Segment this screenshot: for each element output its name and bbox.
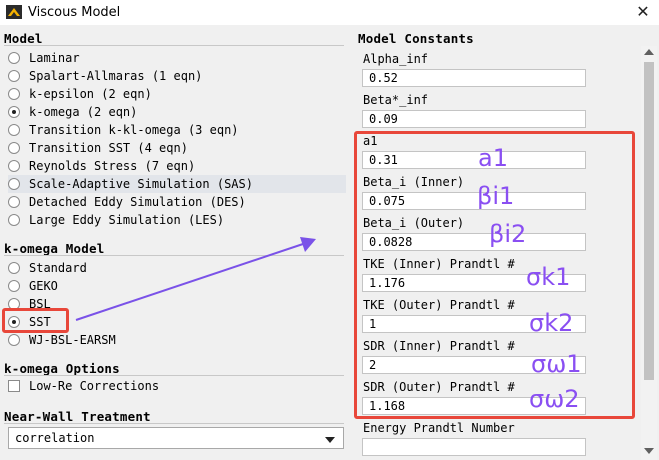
k-omega-option-standard[interactable]: Standard bbox=[8, 259, 87, 277]
model-option-transition-k-kl-omega[interactable]: Transition k-kl-omega (3 eqn) bbox=[8, 121, 239, 139]
k-omega-model-heading: k-omega Model bbox=[4, 241, 105, 256]
window-title: Viscous Model bbox=[28, 5, 121, 20]
constants-scrollbar[interactable] bbox=[641, 46, 657, 460]
constant-input-beta-star-inf[interactable]: 0.09 bbox=[362, 110, 586, 128]
model-option-laminar[interactable]: Laminar bbox=[8, 49, 80, 67]
chevron-down-icon[interactable] bbox=[325, 437, 335, 443]
constant-label-beta-star-inf: Beta*_inf bbox=[363, 93, 429, 107]
model-option-sas[interactable]: Scale-Adaptive Simulation (SAS) bbox=[8, 175, 346, 193]
symbol-sigma-omega2: σω2 bbox=[529, 385, 580, 413]
near-wall-treatment-heading: Near-Wall Treatment bbox=[4, 409, 151, 424]
model-option-les[interactable]: Large Eddy Simulation (LES) bbox=[8, 211, 224, 229]
symbol-beta-i1: βi1 bbox=[477, 182, 515, 210]
divider bbox=[4, 423, 344, 424]
model-option-transition-sst[interactable]: Transition SST (4 eqn) bbox=[8, 139, 188, 157]
title-bar: Viscous Model ✕ bbox=[0, 0, 659, 25]
near-wall-treatment-dropdown[interactable]: correlation bbox=[8, 427, 344, 449]
symbol-a1: a1 bbox=[478, 144, 508, 172]
model-option-reynolds-stress[interactable]: Reynolds Stress (7 eqn) bbox=[8, 157, 195, 175]
model-constants-heading: Model Constants bbox=[358, 31, 474, 46]
dropdown-value: correlation bbox=[15, 431, 95, 445]
radio-button-selected[interactable] bbox=[8, 106, 20, 118]
scroll-thumb[interactable] bbox=[644, 62, 654, 380]
scroll-down-arrow-icon[interactable] bbox=[644, 448, 654, 454]
divider bbox=[4, 375, 344, 376]
radio-button[interactable] bbox=[8, 214, 20, 226]
symbol-sigma-k1: σk1 bbox=[526, 263, 571, 291]
constant-label-energy-prandtl: Energy Prandtl Number bbox=[363, 421, 515, 435]
radio-button[interactable] bbox=[8, 334, 20, 346]
low-re-corrections-checkbox[interactable]: Low-Re Corrections bbox=[8, 379, 159, 393]
radio-button[interactable] bbox=[8, 70, 20, 82]
constant-input-energy-prandtl[interactable] bbox=[362, 438, 586, 456]
model-option-spalart-allmaras[interactable]: Spalart-Allmaras (1 eqn) bbox=[8, 67, 202, 85]
constant-input-alpha-inf[interactable]: 0.52 bbox=[362, 69, 586, 87]
scroll-up-arrow-icon[interactable] bbox=[644, 49, 654, 55]
symbol-sigma-omega1: σω1 bbox=[531, 350, 582, 378]
close-icon[interactable]: ✕ bbox=[636, 2, 649, 21]
model-option-k-omega[interactable]: k-omega (2 eqn) bbox=[8, 103, 137, 121]
symbol-sigma-k2: σk2 bbox=[529, 309, 574, 337]
k-omega-option-geko[interactable]: GEKO bbox=[8, 277, 58, 295]
radio-button[interactable] bbox=[8, 52, 20, 64]
model-option-des[interactable]: Detached Eddy Simulation (DES) bbox=[8, 193, 246, 211]
ansys-logo-icon bbox=[6, 5, 22, 19]
radio-button[interactable] bbox=[8, 142, 20, 154]
radio-button[interactable] bbox=[8, 262, 20, 274]
constants-highlight-box bbox=[354, 131, 635, 419]
radio-button[interactable] bbox=[8, 124, 20, 136]
sst-highlight-box bbox=[2, 308, 69, 333]
k-omega-options-heading: k-omega Options bbox=[4, 361, 120, 376]
divider bbox=[4, 255, 344, 256]
radio-button[interactable] bbox=[8, 160, 20, 172]
symbol-beta-i2: βi2 bbox=[489, 220, 527, 248]
checkbox[interactable] bbox=[8, 380, 20, 392]
model-option-k-epsilon[interactable]: k-epsilon (2 eqn) bbox=[8, 85, 152, 103]
k-omega-option-wj-bsl-earsm[interactable]: WJ-BSL-EARSM bbox=[8, 331, 116, 349]
radio-button[interactable] bbox=[8, 178, 20, 190]
radio-button[interactable] bbox=[8, 280, 20, 292]
radio-button[interactable] bbox=[8, 196, 20, 208]
constant-label-alpha-inf: Alpha_inf bbox=[363, 52, 429, 66]
radio-button[interactable] bbox=[8, 88, 20, 100]
divider bbox=[4, 45, 344, 46]
model-heading: Model bbox=[4, 31, 43, 46]
close-button[interactable]: ✕ bbox=[630, 2, 656, 22]
